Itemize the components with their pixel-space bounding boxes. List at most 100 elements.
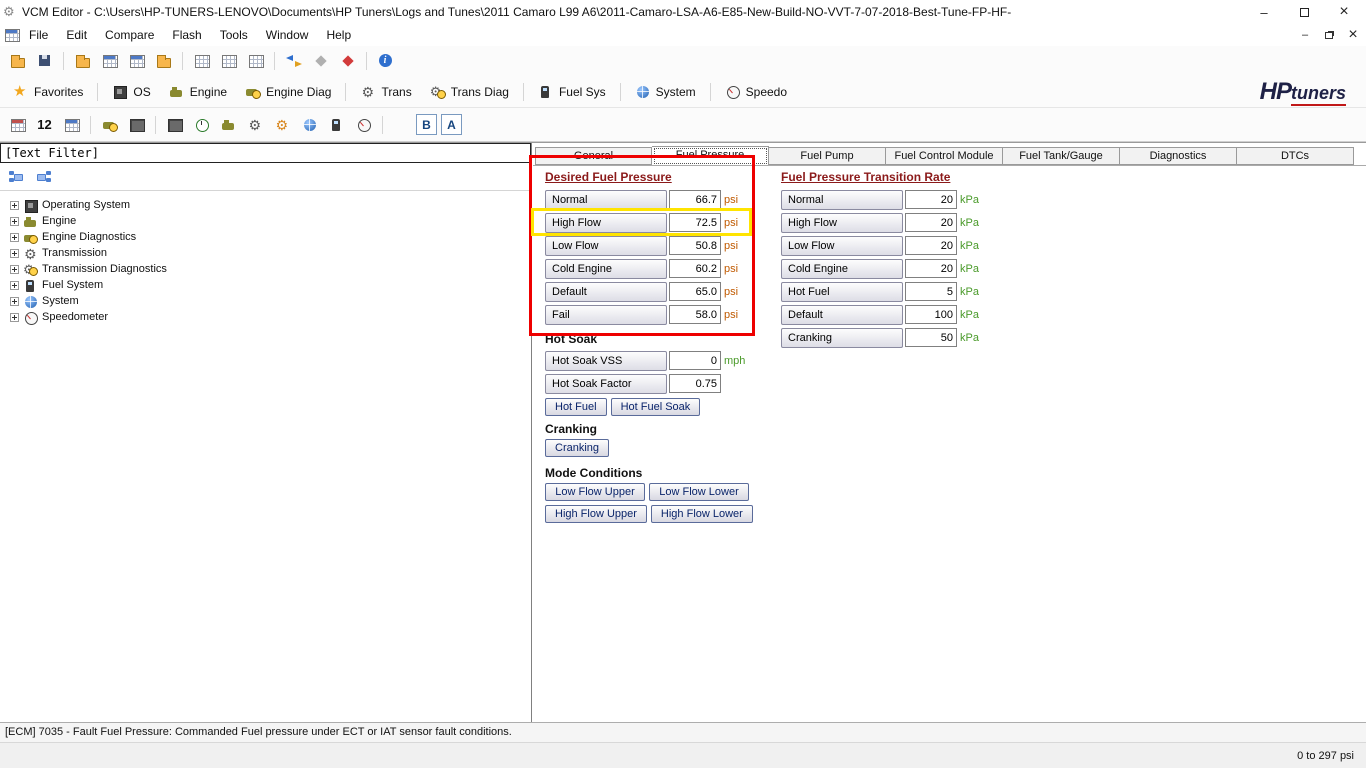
expand-plus-icon[interactable] — [10, 201, 19, 210]
expand-plus-icon[interactable] — [10, 281, 19, 290]
menu-item-edit[interactable]: Edit — [57, 24, 96, 46]
child-window-icon[interactable] — [4, 27, 20, 43]
tree-item-fuel-system[interactable]: Fuel System — [0, 277, 531, 293]
nav-trans-button[interactable]: Trans — [351, 79, 420, 105]
field-label-cranking[interactable]: Cranking — [781, 328, 903, 348]
tab-general[interactable]: General — [535, 147, 652, 165]
engine-nav-button[interactable] — [96, 112, 123, 138]
expand-plus-icon[interactable] — [10, 297, 19, 306]
collapse-tree-icon[interactable] — [36, 169, 52, 185]
field-value-normal[interactable] — [669, 190, 721, 209]
gauge-button[interactable] — [350, 112, 377, 138]
table-dark-button[interactable] — [123, 112, 150, 138]
nav-favorites-button[interactable]: Favorites — [4, 79, 92, 105]
text-filter-input[interactable] — [0, 143, 531, 163]
save-file-button[interactable] — [31, 48, 58, 74]
globe-button[interactable] — [296, 112, 323, 138]
open-recent-button[interactable] — [69, 48, 96, 74]
child-minimize-button[interactable] — [1298, 28, 1312, 42]
nav-speedo-button[interactable]: Speedo — [716, 79, 796, 105]
tab-fuel-pump[interactable]: Fuel Pump — [769, 147, 886, 165]
close-button[interactable] — [1324, 1, 1364, 23]
table-view-button[interactable] — [188, 48, 215, 74]
field-value-high-flow[interactable] — [669, 213, 721, 232]
tab-fuel-control-module[interactable]: Fuel Control Module — [886, 147, 1003, 165]
tree-item-engine[interactable]: Engine — [0, 213, 531, 229]
tree-item-transmission-diagnostics[interactable]: Transmission Diagnostics — [0, 261, 531, 277]
tab-diagnostics[interactable]: Diagnostics — [1120, 147, 1237, 165]
field-label-hot-fuel[interactable]: Hot Fuel — [781, 282, 903, 302]
gear-gray-button[interactable] — [242, 112, 269, 138]
menu-item-file[interactable]: File — [20, 24, 57, 46]
field-label-cold-engine[interactable]: Cold Engine — [545, 259, 667, 279]
compare-files-button[interactable] — [280, 48, 307, 74]
field-value-hot-soak-vss[interactable] — [669, 351, 721, 370]
open-file-button[interactable] — [4, 48, 31, 74]
field-label-fail[interactable]: Fail — [545, 305, 667, 325]
low-flow-upper-button[interactable]: Low Flow Upper — [545, 483, 645, 501]
clock-button[interactable] — [188, 112, 215, 138]
maximize-button[interactable] — [1284, 1, 1324, 23]
field-value-hot-soak-factor[interactable] — [669, 374, 721, 393]
expand-plus-icon[interactable] — [10, 233, 19, 242]
display-12-button[interactable]: 12 — [31, 112, 58, 138]
table-compare-button[interactable] — [4, 112, 31, 138]
read-vehicle-button[interactable] — [96, 48, 123, 74]
diamond-red-button[interactable] — [334, 48, 361, 74]
hot-fuel-soak-button[interactable]: Hot Fuel Soak — [611, 398, 701, 416]
engine-button[interactable] — [215, 112, 242, 138]
high-flow-upper-button[interactable]: High Flow Upper — [545, 505, 647, 523]
expand-plus-icon[interactable] — [10, 217, 19, 226]
expand-plus-icon[interactable] — [10, 265, 19, 274]
field-label-hot-soak-vss[interactable]: Hot Soak VSS — [545, 351, 667, 371]
nav-fuel-sys-button[interactable]: Fuel Sys — [529, 79, 615, 105]
tree-item-speedometer[interactable]: Speedometer — [0, 309, 531, 325]
field-label-high-flow[interactable]: High Flow — [545, 213, 667, 233]
field-label-normal[interactable]: Normal — [781, 190, 903, 210]
nav-engine-button[interactable]: Engine — [160, 79, 236, 105]
child-restore-button[interactable] — [1322, 28, 1336, 42]
close-file-button[interactable] — [150, 48, 177, 74]
tab-fuel-pressure[interactable]: Fuel Pressure — [652, 146, 769, 166]
table-blue-button[interactable] — [58, 112, 85, 138]
write-vehicle-button[interactable] — [123, 48, 150, 74]
field-value-low-flow[interactable] — [905, 236, 957, 255]
expand-tree-icon[interactable] — [8, 169, 24, 185]
compare-a-button[interactable]: A — [441, 114, 462, 135]
table-dark-2-button[interactable] — [161, 112, 188, 138]
expand-plus-icon[interactable] — [10, 313, 19, 322]
menu-item-tools[interactable]: Tools — [211, 24, 257, 46]
field-value-hot-fuel[interactable] — [905, 282, 957, 301]
info-button[interactable] — [372, 48, 399, 74]
table-view-3-button[interactable] — [242, 48, 269, 74]
nav-os-button[interactable]: OS — [103, 79, 159, 105]
hot-fuel-button[interactable]: Hot Fuel — [545, 398, 607, 416]
table-view-2-button[interactable] — [215, 48, 242, 74]
compare-b-button[interactable]: B — [416, 114, 437, 135]
field-label-low-flow[interactable]: Low Flow — [781, 236, 903, 256]
expand-plus-icon[interactable] — [10, 249, 19, 258]
menu-item-window[interactable]: Window — [257, 24, 318, 46]
gear-orange-button[interactable] — [269, 112, 296, 138]
field-value-high-flow[interactable] — [905, 213, 957, 232]
field-value-fail[interactable] — [669, 305, 721, 324]
nav-system-button[interactable]: System — [626, 79, 705, 105]
tree-item-engine-diagnostics[interactable]: Engine Diagnostics — [0, 229, 531, 245]
menu-item-flash[interactable]: Flash — [163, 24, 210, 46]
field-label-hot-soak-factor[interactable]: Hot Soak Factor — [545, 374, 667, 394]
fuel-pump-button[interactable] — [323, 112, 350, 138]
tab-dtcs[interactable]: DTCs — [1237, 147, 1354, 165]
child-close-button[interactable] — [1346, 28, 1360, 42]
field-label-low-flow[interactable]: Low Flow — [545, 236, 667, 256]
field-value-low-flow[interactable] — [669, 236, 721, 255]
field-label-high-flow[interactable]: High Flow — [781, 213, 903, 233]
high-flow-lower-button[interactable]: High Flow Lower — [651, 505, 753, 523]
menu-item-help[interactable]: Help — [317, 24, 360, 46]
field-value-default[interactable] — [905, 305, 957, 324]
field-label-normal[interactable]: Normal — [545, 190, 667, 210]
menu-item-compare[interactable]: Compare — [96, 24, 163, 46]
field-value-cold-engine[interactable] — [669, 259, 721, 278]
tab-fuel-tank-gauge[interactable]: Fuel Tank/Gauge — [1003, 147, 1120, 165]
field-label-default[interactable]: Default — [545, 282, 667, 302]
field-value-cranking[interactable] — [905, 328, 957, 347]
